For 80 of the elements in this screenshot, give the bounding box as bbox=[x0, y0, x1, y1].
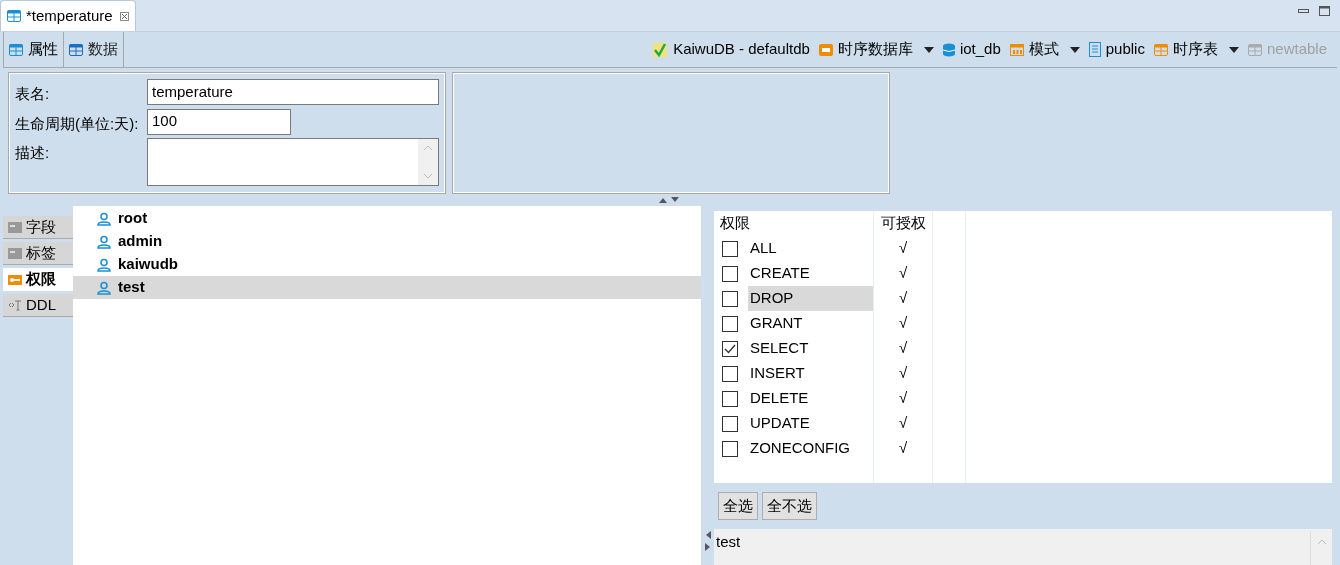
user-item[interactable]: kaiwudb bbox=[73, 253, 701, 276]
column-header: 权限 bbox=[720, 213, 751, 234]
grantable-mark: √ bbox=[898, 338, 908, 359]
grantable-mark: √ bbox=[898, 288, 908, 309]
caret-icon[interactable] bbox=[1069, 46, 1080, 53]
permission-name[interactable]: CREATE bbox=[748, 261, 873, 286]
permission-name[interactable]: UPDATE bbox=[748, 411, 873, 436]
side-tab[interactable]: 权限 bbox=[3, 268, 73, 291]
logo-icon bbox=[652, 41, 669, 58]
breadcrumb-item[interactable]: KaiwuDB - defaultdb bbox=[652, 38, 810, 61]
table-name-label: 表名: bbox=[15, 84, 51, 104]
sub-tab[interactable]: 属性 bbox=[3, 32, 64, 67]
permission-name[interactable]: DELETE bbox=[748, 386, 873, 411]
editor-tab[interactable]: *temperature bbox=[0, 0, 136, 31]
grantable-mark: √ bbox=[898, 313, 908, 334]
description-field[interactable] bbox=[147, 138, 439, 186]
grantable-mark: √ bbox=[898, 263, 908, 284]
minimize-icon[interactable] bbox=[1298, 6, 1309, 15]
data-icon bbox=[69, 43, 83, 56]
schema-icon bbox=[1009, 43, 1024, 56]
close-icon[interactable] bbox=[119, 11, 129, 21]
splitter-arrows-icon[interactable] bbox=[659, 197, 681, 203]
user-icon bbox=[97, 280, 111, 295]
checkbox[interactable] bbox=[722, 340, 738, 357]
checkbox[interactable] bbox=[722, 390, 738, 407]
side-tab[interactable]: 字段 bbox=[3, 216, 73, 239]
table-icon bbox=[1247, 43, 1262, 56]
permission-name[interactable]: ALL bbox=[748, 236, 873, 261]
checkbox[interactable] bbox=[722, 240, 738, 257]
folder-icon bbox=[818, 43, 833, 56]
grantable-mark: √ bbox=[898, 438, 908, 459]
ddl-text-area[interactable]: test bbox=[714, 529, 1332, 565]
checkbox[interactable] bbox=[722, 315, 738, 332]
caret-icon[interactable] bbox=[1228, 46, 1239, 53]
ddl-icon bbox=[8, 299, 22, 311]
checkbox[interactable] bbox=[722, 415, 738, 432]
permission-name[interactable]: INSERT bbox=[748, 361, 873, 386]
document-icon bbox=[1088, 42, 1101, 57]
select-button[interactable]: 全不选 bbox=[762, 492, 817, 520]
checkbox[interactable] bbox=[722, 365, 738, 382]
caret-icon[interactable] bbox=[923, 46, 934, 53]
key-icon bbox=[8, 274, 22, 285]
table-name-field[interactable]: temperature bbox=[147, 79, 439, 105]
grantable-mark: √ bbox=[898, 388, 908, 409]
breadcrumb-item[interactable]: public bbox=[1088, 38, 1145, 61]
breadcrumb-item[interactable]: 模式 bbox=[1009, 38, 1080, 61]
permission-name[interactable]: GRANT bbox=[748, 311, 873, 336]
folder-icon bbox=[8, 247, 22, 259]
side-tab[interactable]: 标签 bbox=[3, 242, 73, 265]
column-header: 可授权 bbox=[880, 213, 926, 234]
grantable-mark: √ bbox=[898, 363, 908, 384]
checkbox[interactable] bbox=[722, 265, 738, 282]
breadcrumb-item[interactable]: 时序表 bbox=[1153, 38, 1239, 61]
table-icon bbox=[1153, 43, 1168, 56]
database-icon bbox=[942, 42, 955, 57]
maximize-icon[interactable] bbox=[1319, 6, 1330, 16]
user-item[interactable]: root bbox=[73, 207, 701, 230]
permission-name[interactable]: DROP bbox=[748, 286, 873, 311]
checkbox[interactable] bbox=[722, 290, 738, 307]
breadcrumb-item[interactable]: iot_db bbox=[942, 38, 1001, 61]
description-label: 描述: bbox=[15, 143, 51, 163]
permission-name[interactable]: SELECT bbox=[748, 336, 873, 361]
user-item[interactable]: test bbox=[73, 276, 701, 299]
grantable-mark: √ bbox=[898, 238, 908, 259]
permission-name[interactable]: ZONECONFIG bbox=[748, 436, 873, 461]
user-icon bbox=[97, 211, 111, 226]
grantable-mark: √ bbox=[898, 413, 908, 434]
user-icon bbox=[97, 257, 111, 272]
splitter-arrows-icon[interactable] bbox=[704, 531, 711, 553]
folder-icon bbox=[8, 221, 22, 233]
checkbox[interactable] bbox=[722, 440, 738, 457]
user-item[interactable]: admin bbox=[73, 230, 701, 253]
select-button[interactable]: 全选 bbox=[718, 492, 758, 520]
side-tab[interactable]: DDL bbox=[3, 294, 73, 317]
breadcrumb-item[interactable]: 时序数据库 bbox=[818, 38, 934, 61]
lifetime-field[interactable]: 100 bbox=[147, 108, 291, 135]
lifetime-label: 生命周期(单位:天): bbox=[15, 113, 140, 134]
table-icon bbox=[7, 10, 21, 22]
user-icon bbox=[97, 234, 111, 249]
table-icon bbox=[9, 43, 23, 56]
